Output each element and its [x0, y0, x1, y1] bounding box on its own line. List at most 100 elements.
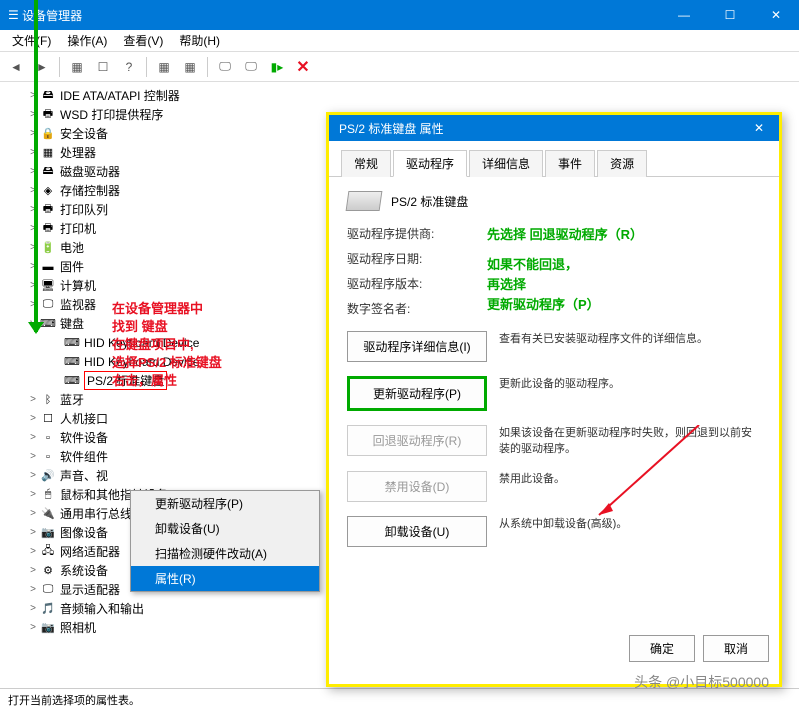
- twisty-icon[interactable]: >: [26, 470, 40, 481]
- tb-icon[interactable]: ▮▸: [265, 55, 289, 79]
- device-icon: ⌨: [64, 373, 80, 389]
- dialog-tab[interactable]: 事件: [545, 150, 595, 177]
- annotation-red-text: 在设备管理器中 找到 键盘 在键盘项目中, 选择PS/2 标准键盘 右击，属性: [112, 300, 222, 390]
- annotation-arrow-down: [34, 0, 38, 332]
- twisty-icon[interactable]: >: [26, 413, 40, 424]
- device-icon: 🖥: [40, 278, 56, 294]
- context-menu-item[interactable]: 更新驱动程序(P): [131, 491, 319, 516]
- app-icon: ☰: [8, 8, 19, 22]
- tb-icon[interactable]: ▦: [152, 55, 176, 79]
- menu-view[interactable]: 查看(V): [115, 30, 171, 51]
- tree-label: 键盘: [60, 315, 84, 332]
- context-menu-item[interactable]: 属性(R): [131, 566, 319, 591]
- tree-label: 软件设备: [60, 429, 108, 446]
- tb-delete-icon[interactable]: ✕: [291, 55, 315, 79]
- device-icon: 📷: [40, 620, 56, 636]
- tree-label: 显示适配器: [60, 581, 120, 598]
- twisty-icon[interactable]: >: [26, 527, 40, 538]
- twisty-icon[interactable]: >: [26, 432, 40, 443]
- device-icon: 🖶: [40, 221, 56, 237]
- device-icon: ▬: [40, 259, 56, 275]
- device-icon: ◈: [40, 183, 56, 199]
- tree-label: 系统设备: [60, 562, 108, 579]
- context-menu-item[interactable]: 卸载设备(U): [131, 516, 319, 541]
- device-icon: 🔒: [40, 126, 56, 142]
- close-button[interactable]: ✕: [753, 0, 799, 30]
- tree-label: 安全设备: [60, 125, 108, 142]
- tb-icon[interactable]: 🖵: [213, 55, 237, 79]
- tree-label: WSD 打印提供程序: [60, 106, 163, 123]
- tree-label: 电池: [60, 239, 84, 256]
- tree-label: 人机接口: [60, 410, 108, 427]
- device-icon: 🔋: [40, 240, 56, 256]
- device-icon: 🖴: [40, 88, 56, 104]
- dialog-tab[interactable]: 驱动程序: [393, 150, 467, 177]
- device-icon: 🖶: [40, 107, 56, 123]
- twisty-icon[interactable]: >: [26, 603, 40, 614]
- device-icon: ⚙: [40, 563, 56, 579]
- cancel-button[interactable]: 取消: [703, 635, 769, 662]
- tree-label: 打印机: [60, 220, 96, 237]
- uninstall-device-button[interactable]: 卸载设备(U): [347, 516, 487, 547]
- menu-help[interactable]: 帮助(H): [171, 30, 228, 51]
- context-menu-item[interactable]: 扫描检测硬件改动(A): [131, 541, 319, 566]
- twisty-icon[interactable]: >: [26, 394, 40, 405]
- tb-icon[interactable]: ?: [117, 55, 141, 79]
- twisty-icon[interactable]: >: [26, 584, 40, 595]
- twisty-icon[interactable]: >: [26, 489, 40, 500]
- annotation-red-arrow: [589, 425, 709, 525]
- dialog-tab[interactable]: 资源: [597, 150, 647, 177]
- tree-label: 处理器: [60, 144, 96, 161]
- tree-label: 网络适配器: [60, 543, 120, 560]
- device-icon: 🎵: [40, 601, 56, 617]
- device-icon: 🖵: [40, 297, 56, 313]
- dialog-close-button[interactable]: ✕: [739, 121, 779, 135]
- ok-button[interactable]: 确定: [629, 635, 695, 662]
- dialog-tab[interactable]: 常规: [341, 150, 391, 177]
- menu-action[interactable]: 操作(A): [59, 30, 115, 51]
- tree-item[interactable]: >🖴IDE ATA/ATAPI 控制器: [6, 86, 793, 105]
- update-driver-button[interactable]: 更新驱动程序(P): [347, 376, 487, 411]
- driver-details-button[interactable]: 驱动程序详细信息(I): [347, 331, 487, 362]
- window-title: 设备管理器: [22, 7, 661, 24]
- tb-icon[interactable]: 🖵: [239, 55, 263, 79]
- tree-label: 存储控制器: [60, 182, 120, 199]
- twisty-icon[interactable]: >: [26, 565, 40, 576]
- device-name: PS/2 标准键盘: [391, 193, 468, 210]
- tree-label: 照相机: [60, 619, 96, 636]
- update-driver-desc: 更新此设备的驱动程序。: [499, 376, 761, 392]
- twisty-icon[interactable]: >: [26, 451, 40, 462]
- window-titlebar: ☰ 设备管理器 — ☐ ✕: [0, 0, 799, 30]
- twisty-icon[interactable]: >: [26, 508, 40, 519]
- dialog-tab[interactable]: 详细信息: [469, 150, 543, 177]
- tree-label: IDE ATA/ATAPI 控制器: [60, 87, 180, 104]
- context-menu: 更新驱动程序(P)卸载设备(U)扫描检测硬件改动(A)属性(R): [130, 490, 320, 592]
- tree-label: 蓝牙: [60, 391, 84, 408]
- row-date: 驱动程序日期:: [347, 250, 457, 267]
- disable-device-button[interactable]: 禁用设备(D): [347, 471, 487, 502]
- device-icon: 🖵: [40, 582, 56, 598]
- row-vendor: 驱动程序提供商:: [347, 225, 457, 242]
- device-icon: ▫: [40, 449, 56, 465]
- device-icon: ⌨: [64, 354, 80, 370]
- tree-label: 固件: [60, 258, 84, 275]
- driver-details-desc: 查看有关已安装驱动程序文件的详细信息。: [499, 331, 761, 347]
- rollback-driver-button[interactable]: 回退驱动程序(R): [347, 425, 487, 456]
- twisty-icon[interactable]: >: [26, 546, 40, 557]
- twisty-icon[interactable]: >: [26, 622, 40, 633]
- tree-label: 磁盘驱动器: [60, 163, 120, 180]
- back-button[interactable]: ◄: [4, 55, 28, 79]
- tree-label: 软件组件: [60, 448, 108, 465]
- tree-label: 监视器: [60, 296, 96, 313]
- tb-icon[interactable]: ▦: [65, 55, 89, 79]
- device-icon: 🖴: [40, 164, 56, 180]
- maximize-button[interactable]: ☐: [707, 0, 753, 30]
- dialog-title: PS/2 标准键盘 属性: [339, 120, 444, 137]
- keyboard-icon: [346, 191, 383, 211]
- minimize-button[interactable]: —: [661, 0, 707, 30]
- device-icon: 🖱: [40, 487, 56, 503]
- tb-icon[interactable]: ▦: [178, 55, 202, 79]
- tb-icon[interactable]: ☐: [91, 55, 115, 79]
- device-icon: ▫: [40, 430, 56, 446]
- menu-file[interactable]: 文件(F): [4, 30, 59, 51]
